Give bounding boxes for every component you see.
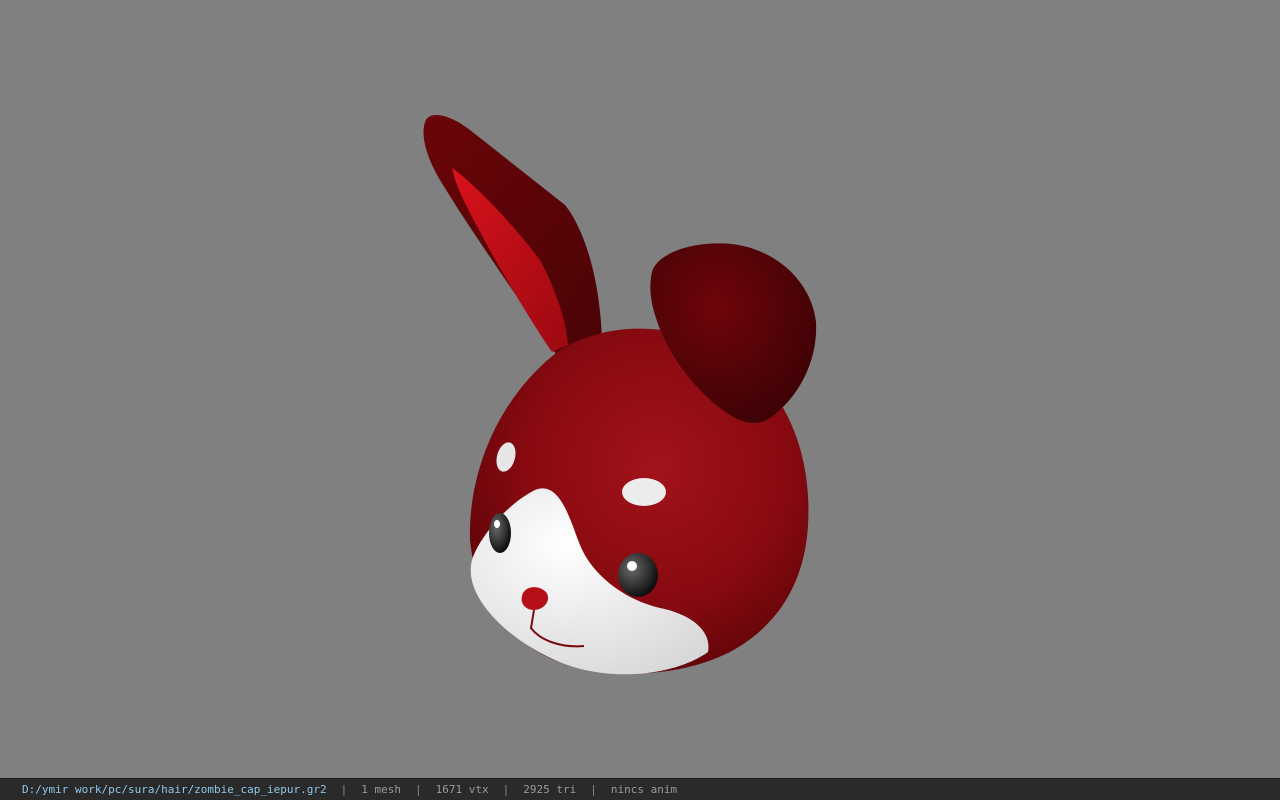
animation-label: nincs anim [610, 783, 678, 796]
triangle-count-label: 2925 tri [523, 783, 577, 796]
right-eye [618, 553, 658, 597]
left-eye [489, 513, 511, 553]
status-bar: D:/ymir work/pc/sura/hair/zombie_cap_iep… [0, 778, 1280, 800]
3d-viewport[interactable] [0, 0, 1280, 778]
separator: | [340, 783, 348, 796]
rabbit-head-model[interactable] [0, 0, 1280, 778]
vertex-count-label: 1671 vtx [435, 783, 489, 796]
right-eyebrow-patch [622, 478, 666, 506]
separator: | [590, 783, 597, 796]
file-path-label: D:/ymir work/pc/sura/hair/zombie_cap_iep… [22, 783, 327, 796]
left-ear [423, 115, 602, 360]
mesh-count-label: 1 mesh [361, 783, 402, 796]
separator: | [502, 783, 510, 796]
separator: | [415, 783, 422, 796]
